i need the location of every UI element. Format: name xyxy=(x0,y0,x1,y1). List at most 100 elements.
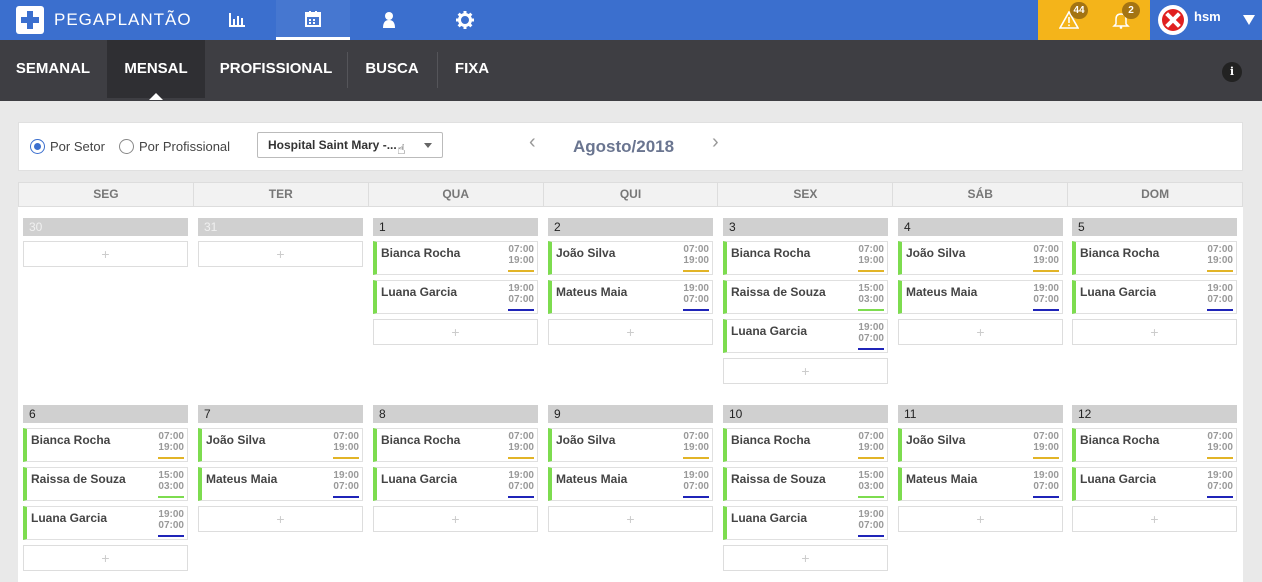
prev-month-button[interactable]: ‹ xyxy=(529,131,536,154)
add-shift-button[interactable]: + xyxy=(898,319,1063,345)
shift-card[interactable]: Bianca Rocha 07:00 19:00 xyxy=(723,428,888,462)
nav-calendar[interactable] xyxy=(276,0,350,40)
add-shift-button[interactable]: + xyxy=(723,545,888,571)
shift-card[interactable]: Luana Garcia 19:00 07:00 xyxy=(1072,280,1237,314)
chart-icon xyxy=(229,13,245,27)
shift-type-indicator xyxy=(683,457,709,459)
shift-card[interactable]: Bianca Rocha 07:00 19:00 xyxy=(23,428,188,462)
shift-end-time: 03:00 xyxy=(158,481,184,492)
nav-users[interactable] xyxy=(352,0,426,40)
add-shift-button[interactable]: + xyxy=(23,241,188,267)
tab-mensal[interactable]: MENSAL xyxy=(107,40,205,100)
add-shift-button[interactable]: + xyxy=(373,506,538,532)
shift-card[interactable]: Bianca Rocha 07:00 19:00 xyxy=(1072,428,1237,462)
shift-start-time: 19:00 xyxy=(1033,470,1059,481)
shift-type-indicator xyxy=(1033,309,1059,311)
tab-profissional[interactable]: PROFISSIONAL xyxy=(206,40,346,98)
shift-card[interactable]: Bianca Rocha 07:00 19:00 xyxy=(373,241,538,275)
shift-card[interactable]: Bianca Rocha 07:00 19:00 xyxy=(723,241,888,275)
shift-start-time: 07:00 xyxy=(333,431,359,442)
day-number: 6 xyxy=(23,405,188,423)
shift-end-time: 19:00 xyxy=(683,442,709,453)
day-number: 2 xyxy=(548,218,713,236)
shift-card[interactable]: João Silva 07:00 19:00 xyxy=(898,428,1063,462)
shift-card[interactable]: João Silva 07:00 19:00 xyxy=(198,428,363,462)
add-shift-button[interactable]: + xyxy=(373,319,538,345)
dropdown-caret-icon xyxy=(424,143,432,148)
add-shift-button[interactable]: + xyxy=(548,506,713,532)
shift-type-indicator xyxy=(508,270,534,272)
shift-card[interactable]: Luana Garcia 19:00 07:00 xyxy=(23,506,188,540)
shift-end-time: 07:00 xyxy=(158,520,184,531)
add-shift-button[interactable]: + xyxy=(198,241,363,267)
shift-card[interactable]: Luana Garcia 19:00 07:00 xyxy=(723,506,888,540)
shift-type-indicator xyxy=(683,309,709,311)
shift-times: 19:00 07:00 xyxy=(681,470,709,492)
radio-por-setor[interactable]: Por Setor xyxy=(30,139,105,154)
shift-card[interactable]: Mateus Maia 19:00 07:00 xyxy=(198,467,363,501)
tab-semanal[interactable]: SEMANAL xyxy=(0,40,106,98)
nav-settings[interactable] xyxy=(428,0,502,40)
notification-button[interactable]: 2 xyxy=(1096,0,1146,40)
user-menu[interactable]: hsm xyxy=(1150,0,1262,40)
radio-button[interactable] xyxy=(119,139,134,154)
shift-start-time: 07:00 xyxy=(1207,244,1233,255)
filter-bar: Por Setor Por Profissional Hospital Sain… xyxy=(18,122,1243,171)
shift-end-time: 19:00 xyxy=(333,442,359,453)
day-number: 5 xyxy=(1072,218,1237,236)
shift-professional-name: João Silva xyxy=(206,433,266,447)
shift-end-time: 19:00 xyxy=(508,255,534,266)
shift-card[interactable]: Bianca Rocha 07:00 19:00 xyxy=(1072,241,1237,275)
brand-logo[interactable]: PEGAPLANTÃO xyxy=(16,6,192,34)
next-month-button[interactable]: › xyxy=(712,131,719,154)
shift-professional-name: Luana Garcia xyxy=(1080,285,1157,299)
shift-card[interactable]: Mateus Maia 19:00 07:00 xyxy=(898,280,1063,314)
add-shift-button[interactable]: + xyxy=(723,358,888,384)
day-cell: 3 Bianca Rocha 07:00 19:00 Raissa de Souza 15… xyxy=(723,218,888,384)
tab-busca[interactable]: BUSCA xyxy=(348,40,436,98)
shift-card[interactable]: Raissa de Souza 15:00 03:00 xyxy=(723,280,888,314)
shift-start-time: 15:00 xyxy=(858,470,884,481)
shift-card[interactable]: Raissa de Souza 15:00 03:00 xyxy=(723,467,888,501)
day-number: 3 xyxy=(723,218,888,236)
shift-card[interactable]: Mateus Maia 19:00 07:00 xyxy=(548,467,713,501)
shift-card[interactable]: Raissa de Souza 15:00 03:00 xyxy=(23,467,188,501)
radio-por-profissional[interactable]: Por Profissional xyxy=(119,139,230,154)
shift-card[interactable]: João Silva 07:00 19:00 xyxy=(548,241,713,275)
shift-card[interactable]: Mateus Maia 19:00 07:00 xyxy=(548,280,713,314)
shift-card[interactable]: João Silva 07:00 19:00 xyxy=(548,428,713,462)
shift-card[interactable]: Luana Garcia 19:00 07:00 xyxy=(723,319,888,353)
shift-card[interactable]: Luana Garcia 19:00 07:00 xyxy=(373,467,538,501)
radio-button-checked[interactable] xyxy=(30,139,45,154)
day-cell: 31 + xyxy=(198,218,363,267)
shift-start-time: 07:00 xyxy=(683,431,709,442)
shift-card[interactable]: Mateus Maia 19:00 07:00 xyxy=(898,467,1063,501)
add-shift-button[interactable]: + xyxy=(548,319,713,345)
warning-alert-button[interactable]: 44 xyxy=(1044,0,1094,40)
shift-card[interactable]: João Silva 07:00 19:00 xyxy=(898,241,1063,275)
day-cell: 30 + xyxy=(23,218,188,267)
shift-card[interactable]: Luana Garcia 19:00 07:00 xyxy=(1072,467,1237,501)
add-shift-button[interactable]: + xyxy=(23,545,188,571)
shift-end-time: 19:00 xyxy=(858,442,884,453)
add-shift-button[interactable]: + xyxy=(1072,506,1237,532)
shift-card[interactable]: Bianca Rocha 07:00 19:00 xyxy=(373,428,538,462)
shift-card[interactable]: Luana Garcia 19:00 07:00 xyxy=(373,280,538,314)
nav-reports[interactable] xyxy=(200,0,274,40)
shift-end-time: 07:00 xyxy=(1033,481,1059,492)
add-shift-button[interactable]: + xyxy=(898,506,1063,532)
shift-start-time: 07:00 xyxy=(683,244,709,255)
shift-end-time: 19:00 xyxy=(1207,255,1233,266)
shift-end-time: 07:00 xyxy=(1207,481,1233,492)
day-number: 12 xyxy=(1072,405,1237,423)
weekday-label: QUI xyxy=(544,183,719,206)
view-tabs: SEMANAL MENSAL PROFISSIONAL BUSCA FIXA xyxy=(0,40,1262,101)
shift-professional-name: Luana Garcia xyxy=(731,511,808,525)
add-shift-button[interactable]: + xyxy=(198,506,363,532)
add-shift-button[interactable]: + xyxy=(1072,319,1237,345)
tab-fixa[interactable]: FIXA xyxy=(438,40,506,98)
hospital-select[interactable]: Hospital Saint Mary -... xyxy=(257,132,443,158)
shift-end-time: 07:00 xyxy=(508,481,534,492)
info-icon[interactable]: i xyxy=(1222,62,1242,82)
shift-end-time: 19:00 xyxy=(1033,255,1059,266)
